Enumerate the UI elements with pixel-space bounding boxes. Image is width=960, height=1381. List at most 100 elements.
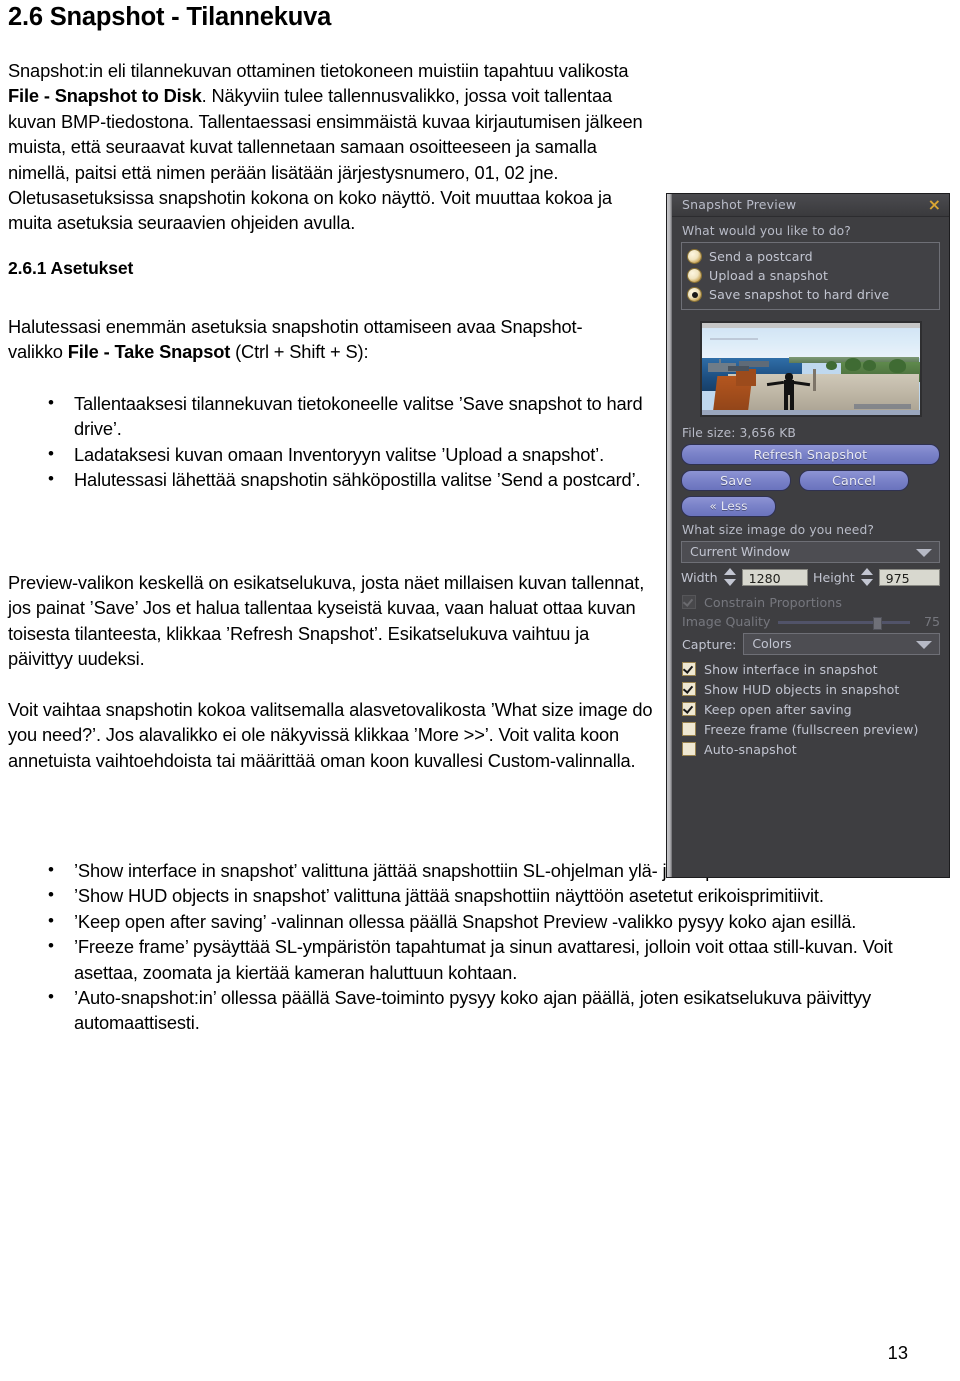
thumbnail-bottom-bar — [701, 410, 920, 415]
height-control: Height 975 — [813, 568, 940, 586]
intro-paragraph: Snapshot:in eli tilannekuvan ottaminen t… — [8, 58, 656, 236]
stepper-up-icon[interactable] — [860, 568, 873, 575]
size-paragraph: Voit vaihtaa snapshotin kokoa valitsemal… — [8, 699, 653, 771]
height-stepper[interactable] — [860, 568, 874, 586]
checkbox-icon — [682, 595, 696, 609]
thumbnail-tree — [845, 357, 861, 371]
capture-label: Capture: — [682, 636, 737, 652]
size-preset-value: Current Window — [690, 544, 791, 559]
close-icon[interactable]: × — [928, 195, 941, 215]
thumbnail-tree — [862, 359, 876, 371]
thumbnail-avatar — [767, 372, 811, 411]
checkbox-icon — [682, 662, 696, 676]
less-button-row: « Less — [681, 496, 940, 517]
height-label: Height — [813, 569, 855, 585]
thumbnail-top-menu-bar — [701, 323, 920, 328]
radio-button-icon — [688, 250, 701, 263]
what-would-you-like-label: What would you like to do? — [682, 224, 851, 238]
page-number: 13 — [887, 1342, 908, 1363]
size-question-label: What size image do you need? — [682, 523, 874, 537]
freeze-frame-checkbox[interactable]: Freeze frame (fullscreen preview) — [682, 719, 949, 739]
chapter-title: 2.6 Snapshot - Tilannekuva — [8, 3, 332, 31]
show-hud-objects-checkbox[interactable]: Show HUD objects in snapshot — [682, 679, 949, 699]
checkbox-label: Freeze frame (fullscreen preview) — [704, 721, 919, 737]
width-input[interactable]: 1280 — [741, 568, 808, 586]
file-size-label: File size: 3,656 KB — [682, 426, 796, 440]
stepper-up-icon[interactable] — [723, 568, 736, 575]
height-input[interactable]: 975 — [878, 568, 940, 586]
avatar-left-leg — [783, 394, 788, 411]
intro-bold-menu-path: File - Snapshot to Disk — [8, 85, 202, 107]
avatar-right-leg — [789, 394, 794, 411]
image-quality-slider[interactable] — [778, 616, 910, 630]
options-bullet-list: Tallentaaksesi tilannekuvan tietokoneell… — [44, 390, 644, 493]
checkbox-icon — [682, 722, 696, 736]
dimensions-row: Width 1280 Height 975 — [681, 568, 940, 586]
preview-paragraph: Preview-valikon keskellä on esikatseluku… — [8, 572, 645, 670]
refresh-button-row: Refresh Snapshot — [681, 444, 940, 465]
list-item: Ladataksesi kuvan omaan Inventoryyn vali… — [44, 441, 644, 467]
checkbox-icon — [682, 702, 696, 716]
radio-button-icon — [688, 269, 701, 282]
list-item: ’Keep open after saving’ -valinnan olles… — [44, 908, 944, 934]
thumbnail-post — [812, 369, 816, 392]
radio-label: Save snapshot to hard drive — [709, 287, 890, 302]
less-button[interactable]: « Less — [681, 496, 776, 517]
settings-part-2: (Ctrl + Shift + S): — [230, 341, 369, 363]
keep-open-after-saving-checkbox[interactable]: Keep open after saving — [682, 699, 949, 719]
slider-thumb[interactable] — [873, 616, 883, 630]
thumbnail-beach — [727, 373, 920, 415]
radio-button-selected-icon — [688, 288, 701, 301]
save-button[interactable]: Save — [681, 470, 791, 491]
thumbnail-hud-element — [854, 403, 911, 409]
thumbnail-ship-mast — [718, 358, 721, 364]
radio-send-postcard[interactable]: Send a postcard — [688, 247, 933, 266]
width-label: Width — [681, 569, 718, 585]
image-quality-value: 75 — [923, 614, 940, 629]
chevron-down-icon — [916, 641, 932, 649]
thumbnail-pier-structure — [736, 369, 756, 386]
thumbnail-tree — [888, 358, 907, 373]
save-cancel-button-row: Save Cancel — [681, 470, 940, 491]
radio-upload-snapshot[interactable]: Upload a snapshot — [688, 266, 933, 285]
radio-save-hard-drive[interactable]: Save snapshot to hard drive — [688, 285, 933, 304]
list-item: ’Auto-snapshot:in’ ollessa päällä Save-t… — [44, 984, 944, 1036]
show-interface-checkbox[interactable]: Show interface in snapshot — [682, 659, 949, 679]
stepper-down-icon[interactable] — [723, 579, 736, 586]
constrain-proportions-checkbox[interactable]: Constrain Proportions — [682, 592, 949, 612]
chevron-down-icon — [916, 549, 932, 557]
dialog-titlebar[interactable]: Snapshot Preview × — [672, 194, 949, 217]
checkbox-label: Auto-snapshot — [704, 741, 797, 757]
list-item: Halutessasi lähettää snapshotin sähköpos… — [44, 466, 644, 492]
cancel-button[interactable]: Cancel — [799, 470, 909, 491]
snapshot-preview-dialog: Snapshot Preview × What would you like t… — [666, 193, 950, 878]
slider-track — [778, 620, 910, 624]
checkbox-label: Show interface in snapshot — [704, 661, 878, 677]
section-title-261: 2.6.1 Asetukset — [8, 258, 134, 278]
refresh-snapshot-button[interactable]: Refresh Snapshot — [681, 444, 940, 465]
checkbox-explanation-bullet-list: ’Show interface in snapshot’ valittuna j… — [44, 857, 944, 1036]
capture-value: Colors — [752, 636, 792, 651]
size-preset-dropdown[interactable]: Current Window — [681, 541, 940, 563]
image-quality-slider-row[interactable]: Image Quality 75 — [682, 614, 940, 630]
checkbox-label: Show HUD objects in snapshot — [704, 681, 900, 697]
snapshot-thumbnail-image — [701, 323, 920, 415]
settings-bold-menu-path: File - Take Snapsot — [67, 341, 231, 363]
intro-part-2: . Näkyviin tulee tallennusvalikko, jossa… — [8, 85, 643, 234]
checkbox-label: Keep open after saving — [704, 701, 852, 717]
stepper-down-icon[interactable] — [860, 579, 873, 586]
settings-paragraph: Halutessasi enemmän asetuksia snapshotin… — [8, 314, 628, 365]
radio-label: Upload a snapshot — [709, 268, 828, 283]
radio-label: Send a postcard — [709, 249, 813, 264]
document-page: 2.6 Snapshot - Tilannekuva Snapshot:in e… — [0, 0, 960, 1381]
list-item: Tallentaaksesi tilannekuvan tietokoneell… — [44, 390, 644, 442]
width-stepper[interactable] — [723, 568, 737, 586]
list-item: ’Freeze frame’ pysäyttää SL-ympäristön t… — [44, 933, 944, 985]
intro-part-1: Snapshot:in eli tilannekuvan ottaminen t… — [8, 60, 629, 81]
action-radio-group: Send a postcard Upload a snapshot Save s… — [681, 242, 940, 310]
capture-dropdown[interactable]: Colors — [743, 633, 940, 655]
dialog-body: Snapshot Preview × What would you like t… — [672, 194, 949, 877]
thumbnail-sky — [701, 323, 920, 358]
width-control: Width 1280 — [681, 568, 808, 586]
auto-snapshot-checkbox[interactable]: Auto-snapshot — [682, 739, 949, 759]
